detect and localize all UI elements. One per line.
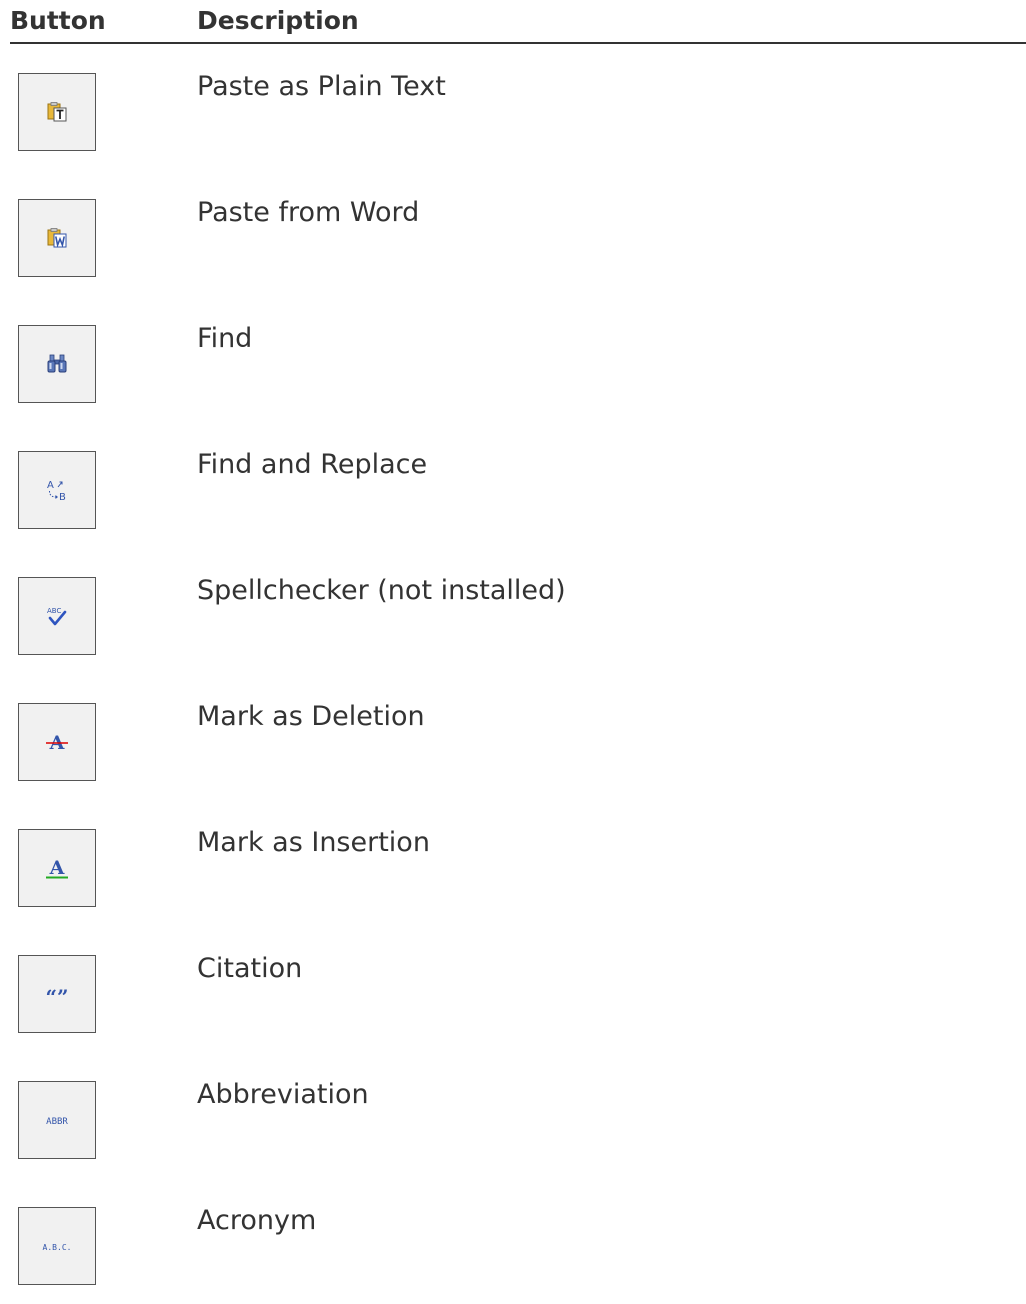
table-row: A.B.C. Acronym bbox=[10, 1178, 1026, 1304]
column-header-button: Button bbox=[10, 6, 106, 35]
strikethrough-a-icon: A bbox=[46, 732, 68, 753]
find-replace-letter-b: B bbox=[59, 492, 66, 502]
row-description: Citation bbox=[197, 953, 303, 984]
quotation-marks-icon: “” bbox=[45, 985, 68, 1004]
find-replace-letter-a: A bbox=[47, 480, 54, 491]
toolbar-buttons-table: Button Description Paste as Plain Text P… bbox=[10, 0, 1026, 1304]
row-description: Paste as Plain Text bbox=[197, 71, 446, 102]
paste-plain-text-button[interactable] bbox=[18, 73, 96, 151]
row-description: Find bbox=[197, 323, 253, 354]
row-description: Find and Replace bbox=[197, 449, 428, 480]
binoculars-find-icon bbox=[47, 354, 67, 373]
column-header-description: Description bbox=[197, 6, 359, 35]
table-header: Button Description bbox=[10, 0, 1026, 44]
row-description: Paste from Word bbox=[197, 197, 420, 228]
acronym-text: A.B.C. bbox=[43, 1243, 72, 1252]
spellcheck-icon: ABC bbox=[47, 607, 67, 626]
table-row: A Mark as Deletion bbox=[10, 674, 1026, 800]
underlined-a-icon: A bbox=[46, 857, 68, 879]
table-row: Paste from Word bbox=[10, 170, 1026, 296]
find-replace-icon: A B bbox=[47, 480, 66, 502]
table-row: Find bbox=[10, 296, 1026, 422]
row-description: Mark as Insertion bbox=[197, 827, 430, 858]
abbreviation-button[interactable]: ABBR bbox=[18, 1081, 96, 1159]
abbr-icon: ABBR bbox=[46, 1117, 68, 1127]
mark-deletion-button[interactable]: A bbox=[18, 703, 96, 781]
abbr-text: ABBR bbox=[46, 1117, 68, 1127]
citation-button[interactable]: “” bbox=[18, 955, 96, 1033]
find-button[interactable] bbox=[18, 325, 96, 403]
table-row: A Mark as Insertion bbox=[10, 800, 1026, 926]
mark-insertion-button[interactable]: A bbox=[18, 829, 96, 907]
table-row: Paste as Plain Text bbox=[10, 44, 1026, 170]
row-description: Abbreviation bbox=[197, 1079, 369, 1110]
paste-plain-text-icon bbox=[47, 102, 67, 122]
paste-from-word-icon bbox=[47, 228, 67, 248]
citation-quote-glyph: “” bbox=[45, 985, 68, 1004]
spellcheck-abc-text: ABC bbox=[47, 607, 61, 615]
spellchecker-button[interactable]: ABC bbox=[18, 577, 96, 655]
table-row: “” Citation bbox=[10, 926, 1026, 1052]
row-description: Acronym bbox=[197, 1205, 317, 1236]
row-description: Mark as Deletion bbox=[197, 701, 425, 732]
insertion-letter-a: A bbox=[49, 857, 65, 879]
acronym-icon: A.B.C. bbox=[43, 1243, 72, 1252]
paste-from-word-button[interactable] bbox=[18, 199, 96, 277]
row-description: Spellchecker (not installed) bbox=[197, 575, 566, 606]
find-replace-button[interactable]: A B bbox=[18, 451, 96, 529]
acronym-button[interactable]: A.B.C. bbox=[18, 1207, 96, 1285]
table-row: ABBR Abbreviation bbox=[10, 1052, 1026, 1178]
table-row: A B Find and Replace bbox=[10, 422, 1026, 548]
table-row: ABC Spellchecker (not installed) bbox=[10, 548, 1026, 674]
